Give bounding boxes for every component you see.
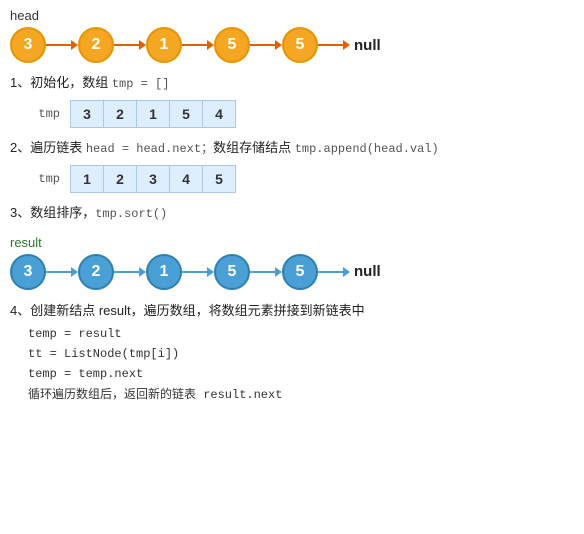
arrow-1	[114, 267, 146, 277]
step3-text: 3、数组排序，	[10, 205, 95, 220]
node-3: 5	[214, 254, 250, 290]
step2-array-label: tmp	[10, 172, 60, 186]
step1-code: tmp = []	[112, 77, 170, 91]
arrow-1	[114, 40, 146, 50]
step1-text: 1、初始化，数组	[10, 75, 112, 90]
cell-4: 5	[202, 165, 236, 193]
cell-4: 4	[202, 100, 236, 128]
cell-1: 2	[103, 100, 137, 128]
arrow-4	[318, 40, 350, 50]
arrow-0	[46, 267, 78, 277]
step2-code2: tmp.append(head.val)	[295, 142, 439, 156]
code-line-1: tt = ListNode(tmp[i])	[28, 344, 574, 364]
arrow-0	[46, 40, 78, 50]
step2-array-cells: 12345	[70, 165, 235, 193]
step2-section: 2、遍历链表 head = head.next；数组存储结点 tmp.appen…	[10, 138, 574, 193]
blue-linked-list: 32155null	[10, 254, 574, 290]
cell-2: 3	[136, 165, 170, 193]
step3-desc: 3、数组排序，tmp.sort()	[10, 203, 574, 224]
cell-0: 1	[70, 165, 104, 193]
node-1: 2	[78, 27, 114, 63]
code-line-0: temp = result	[28, 324, 574, 344]
cell-2: 1	[136, 100, 170, 128]
step1-array-cells: 32154	[70, 100, 235, 128]
step2-text2: 数组存储结点	[213, 140, 295, 155]
arrow-3	[250, 40, 282, 50]
step4-code-block: temp = resulttt = ListNode(tmp[i])temp =…	[28, 324, 574, 406]
arrow-2	[182, 40, 214, 50]
step1-section: 1、初始化，数组 tmp = [] tmp 32154	[10, 73, 574, 128]
node-4: 5	[282, 254, 318, 290]
node-0: 3	[10, 254, 46, 290]
node-2: 1	[146, 254, 182, 290]
step4-main-text: 4、创建新结点 result，遍历数组，将数组元素拼接到新链表中	[10, 300, 574, 322]
null-label: null	[354, 263, 381, 280]
step2-desc: 2、遍历链表 head = head.next；数组存储结点 tmp.appen…	[10, 138, 574, 159]
node-0: 3	[10, 27, 46, 63]
step4-text: 4、创建新结点 result，遍历数组，将数组元素拼接到新链表中	[10, 303, 365, 318]
head-section: head 32155null	[10, 8, 574, 63]
step3-section: 3、数组排序，tmp.sort()	[10, 203, 574, 224]
code-line-2: temp = temp.next	[28, 364, 574, 384]
result-section: result 32155null	[10, 235, 574, 290]
cell-3: 4	[169, 165, 203, 193]
arrow-4	[318, 267, 350, 277]
step2-code1: head = head.next；	[86, 142, 213, 156]
cell-0: 3	[70, 100, 104, 128]
node-2: 1	[146, 27, 182, 63]
step3-code: tmp.sort()	[95, 207, 167, 221]
arrow-2	[182, 267, 214, 277]
step4-section: 4、创建新结点 result，遍历数组，将数组元素拼接到新链表中 temp = …	[10, 300, 574, 406]
step1-array-label: tmp	[10, 107, 60, 121]
arrow-3	[250, 267, 282, 277]
node-1: 2	[78, 254, 114, 290]
orange-linked-list: 32155null	[10, 27, 574, 63]
cell-1: 2	[103, 165, 137, 193]
step1-desc: 1、初始化，数组 tmp = []	[10, 73, 574, 94]
node-4: 5	[282, 27, 318, 63]
code-line-3: 循环遍历数组后，返回新的链表 result.next	[28, 385, 574, 405]
step2-text1: 2、遍历链表	[10, 140, 86, 155]
step2-array-row: tmp 12345	[10, 165, 574, 193]
head-label: head	[10, 8, 574, 23]
null-label: null	[354, 37, 381, 54]
node-3: 5	[214, 27, 250, 63]
cell-3: 5	[169, 100, 203, 128]
step1-array-row: tmp 32154	[10, 100, 574, 128]
result-label: result	[10, 235, 574, 250]
